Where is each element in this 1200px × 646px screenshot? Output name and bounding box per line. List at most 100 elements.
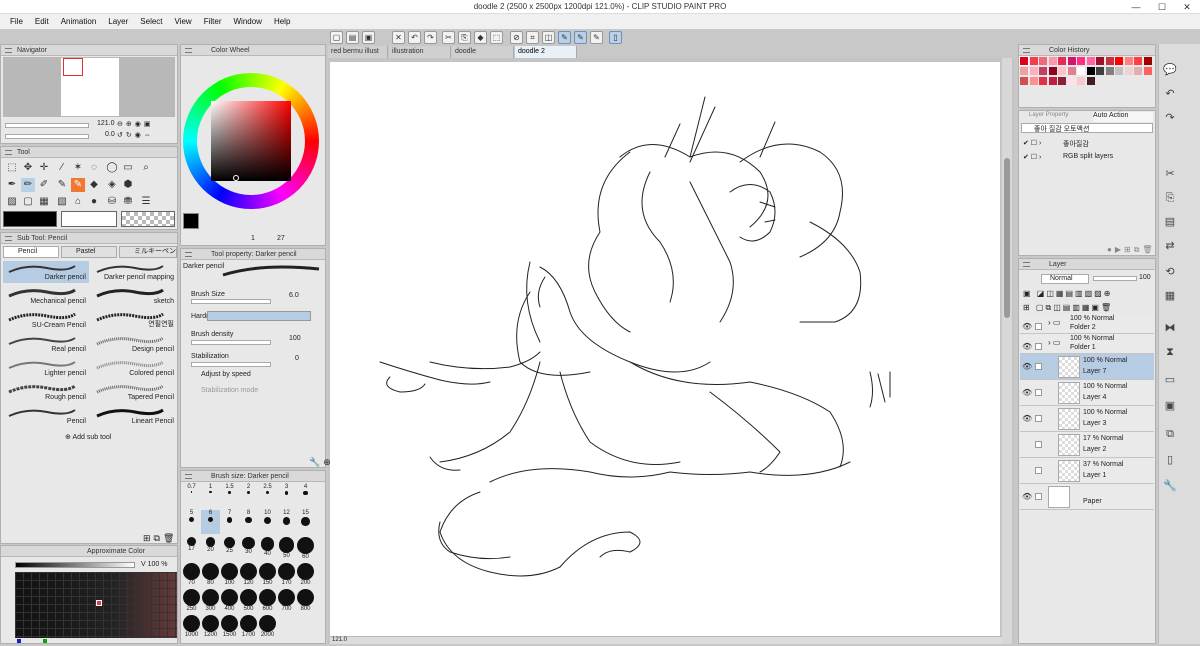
- clear-icon[interactable]: ✕: [392, 31, 405, 44]
- brush-darker-pencil[interactable]: Darker pencil: [3, 261, 89, 283]
- blend-mode-select[interactable]: Normal: [1041, 274, 1089, 284]
- history-swatch[interactable]: [1029, 77, 1038, 85]
- brush-size-option[interactable]: 600: [258, 588, 277, 612]
- layer-lock-checkbox[interactable]: [1035, 343, 1042, 350]
- zoom-slider[interactable]: [5, 123, 89, 128]
- ruler-icon[interactable]: ⌂: [71, 195, 85, 209]
- layer-row[interactable]: 👁 Paper: [1020, 484, 1154, 510]
- brush-size-option[interactable]: 12: [277, 510, 296, 534]
- airbrush-icon[interactable]: ✎: [55, 178, 69, 192]
- subtool-tab-pencil[interactable]: Pencil: [3, 246, 59, 258]
- tab-layer-property[interactable]: Layer Property: [1029, 112, 1089, 122]
- history-swatch[interactable]: [1096, 57, 1104, 65]
- brush-size-option[interactable]: 80: [201, 562, 220, 586]
- paste-side-icon[interactable]: ▤: [1160, 212, 1180, 232]
- cut-icon[interactable]: ✂: [442, 31, 455, 44]
- brush-size-option[interactable]: 100: [220, 562, 239, 586]
- brush-size-option[interactable]: 250: [182, 588, 201, 612]
- approx-color-cursor[interactable]: [96, 600, 102, 606]
- transparent-color-bar[interactable]: [121, 211, 175, 227]
- preview-side-icon[interactable]: ▣: [1160, 396, 1180, 416]
- pen-icon[interactable]: ✒: [5, 178, 19, 192]
- menu-filter[interactable]: Filter: [198, 17, 228, 26]
- undo-icon[interactable]: ↶: [408, 31, 421, 44]
- brush-size-option[interactable]: 70: [182, 562, 201, 586]
- eyedropper-icon[interactable]: ⁄: [55, 161, 69, 175]
- opacity-slider[interactable]: [1093, 276, 1137, 281]
- ruler-side-icon[interactable]: ▭: [1160, 370, 1180, 390]
- brush-size-option[interactable]: 1000: [182, 614, 201, 638]
- zoom-buttons[interactable]: ⊖⊕◉▣: [117, 120, 153, 128]
- eye-icon[interactable]: 👁: [1022, 492, 1032, 501]
- brush-size-option[interactable]: 1.5: [220, 484, 239, 508]
- menu-file[interactable]: File: [4, 17, 29, 26]
- frame-icon[interactable]: ▭: [121, 161, 135, 175]
- tab-doodle-2[interactable]: doodle 2: [515, 46, 577, 58]
- brush-size-option[interactable]: 1200: [201, 614, 220, 638]
- history-swatch[interactable]: [1086, 67, 1095, 75]
- subtool-tab-milky[interactable]: ミルキーペン: [119, 246, 177, 258]
- eye-icon[interactable]: 👁: [1022, 414, 1032, 423]
- add-sub-tool-button[interactable]: ⊕ Add sub tool: [65, 433, 111, 441]
- eye-icon[interactable]: 👁: [1022, 362, 1032, 371]
- history-swatch[interactable]: [1067, 57, 1076, 65]
- speech-icon[interactable]: ◯: [105, 161, 119, 175]
- brush-icon[interactable]: ✐: [37, 178, 51, 192]
- history-swatch[interactable]: [1143, 57, 1152, 65]
- rotation-buttons[interactable]: ↺↻◉⇔: [117, 131, 154, 139]
- crop-icon[interactable]: ⌗: [526, 31, 539, 44]
- brush-size-slider[interactable]: [191, 299, 271, 304]
- history-swatch[interactable]: [1143, 67, 1152, 75]
- wrench-icon[interactable]: 🔧: [1160, 476, 1180, 496]
- marquee-icon[interactable]: ⬚: [5, 161, 19, 175]
- layer-row[interactable]: 37 % Normal Layer 1: [1020, 458, 1154, 484]
- history-swatch[interactable]: [1029, 57, 1038, 65]
- ruler-snap-icon[interactable]: ✎: [574, 31, 587, 44]
- sub-tool-footer-buttons[interactable]: ⊞⧉🗑: [143, 533, 177, 544]
- main-color-bar[interactable]: [3, 211, 57, 227]
- subtool-tab-pastel[interactable]: Pastel: [61, 246, 117, 258]
- brush-size-option[interactable]: 400: [220, 588, 239, 612]
- transform-icon[interactable]: ⬚: [490, 31, 503, 44]
- adjust-by-speed-option[interactable]: Adjust by speed: [201, 371, 251, 378]
- fill-side-icon[interactable]: ▦: [1160, 286, 1180, 306]
- brush-size-option[interactable]: 15: [296, 510, 315, 534]
- brush-size-option[interactable]: 60: [296, 536, 315, 560]
- tablet-icon[interactable]: ▯: [609, 31, 622, 44]
- history-swatch[interactable]: [1115, 57, 1123, 65]
- flip-side-icon[interactable]: ⇄: [1160, 236, 1180, 256]
- history-swatch[interactable]: [1067, 77, 1076, 85]
- document-side-icon[interactable]: ▯: [1160, 450, 1180, 470]
- brush-size-option[interactable]: 700: [277, 588, 296, 612]
- auto-action-check-1[interactable]: ✔ ☐ ›: [1023, 139, 1041, 147]
- history-swatch[interactable]: [1124, 67, 1133, 75]
- canvas-vertical-scrollbar[interactable]: [1002, 58, 1012, 644]
- brush-pencil[interactable]: Pencil: [3, 405, 89, 427]
- brush-mechanical-pencil[interactable]: Mechanical pencil: [3, 285, 89, 307]
- brush-size-option[interactable]: 6: [201, 510, 220, 534]
- pencil-icon[interactable]: ✏: [21, 178, 35, 192]
- lasso-icon[interactable]: ◌: [87, 161, 101, 175]
- decoration-icon[interactable]: ✎: [71, 178, 85, 192]
- mirror-h-icon[interactable]: ⧓: [1160, 318, 1180, 338]
- fill-icon[interactable]: ◆: [474, 31, 487, 44]
- layer-row[interactable]: 👁 100 % Normal Layer 4: [1020, 380, 1154, 406]
- redo-icon[interactable]: ↷: [424, 31, 437, 44]
- chat-icon[interactable]: 💬: [1160, 60, 1180, 80]
- new-file-button[interactable]: ▢: [330, 31, 343, 44]
- pen-snap-icon[interactable]: ✎: [558, 31, 571, 44]
- layer-lock-checkbox[interactable]: [1035, 415, 1042, 422]
- brush-size-option[interactable]: 170: [277, 562, 296, 586]
- mirror-v-icon[interactable]: ⧗: [1160, 342, 1180, 362]
- history-swatch[interactable]: [1058, 77, 1066, 85]
- menu-animation[interactable]: Animation: [55, 17, 103, 26]
- history-swatch[interactable]: [1077, 77, 1085, 85]
- tab-illustration[interactable]: illustration: [389, 46, 451, 58]
- history-swatch[interactable]: [1096, 67, 1104, 75]
- brush-size-option[interactable]: 1700: [239, 614, 258, 638]
- layer-lock-checkbox[interactable]: [1035, 323, 1042, 330]
- deselect-icon[interactable]: ⊘: [510, 31, 523, 44]
- brush-real-pencil[interactable]: Real pencil: [3, 333, 89, 355]
- brush-size-option[interactable]: 25: [220, 536, 239, 560]
- brush-size-option[interactable]: 10: [258, 510, 277, 534]
